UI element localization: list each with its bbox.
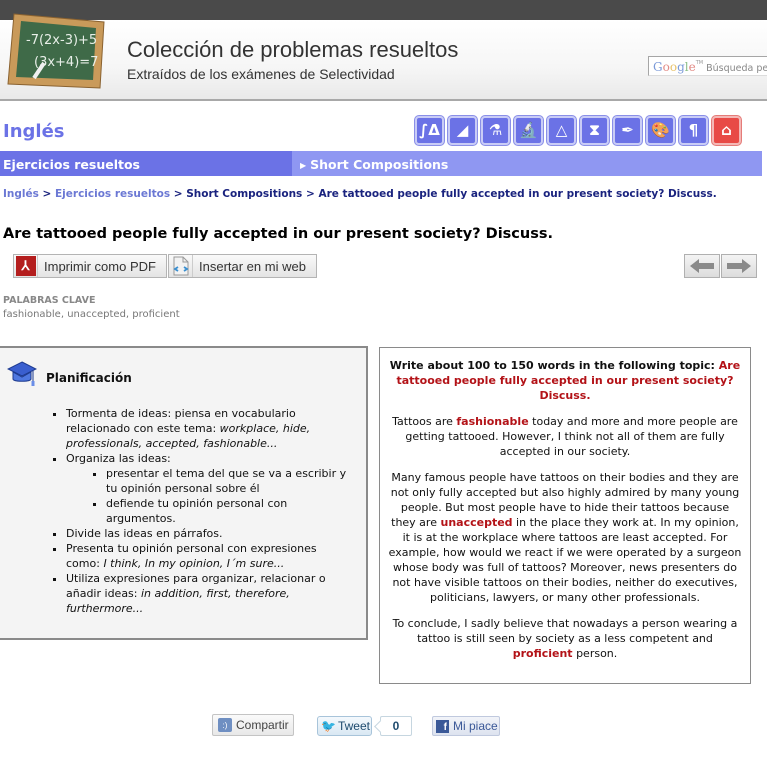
philosophy-icon[interactable]: ¶ xyxy=(679,116,708,145)
planning-box: Planificación Tormenta de ideas: piensa … xyxy=(0,346,368,640)
art-icon[interactable]: 🎨 xyxy=(646,116,675,145)
share-icon: :) xyxy=(218,718,232,732)
list-item: defiende tu opinión personal con argumen… xyxy=(106,496,352,526)
list-item: Presenta tu opinión personal con expresi… xyxy=(66,541,352,571)
mathematics-icon[interactable]: ∫Δ xyxy=(415,116,444,145)
tweet-button[interactable]: 🐦 Tweet xyxy=(317,716,372,736)
planning-title: Planificación xyxy=(46,371,132,385)
svg-text:-7(2x-3)+5: -7(2x-3)+5 xyxy=(26,33,97,48)
site-header: -7(2x-3)+5 (3x+4)=7 Colección de problem… xyxy=(0,13,767,101)
composition-paragraph: To conclude, I sadly believe that nowada… xyxy=(392,617,738,660)
arrow-right-icon xyxy=(727,259,751,273)
pdf-icon: ⅄ xyxy=(15,256,36,276)
tweet-count: 0 xyxy=(380,716,412,736)
nav-ejercicios-resueltos[interactable]: Ejercicios resueltos xyxy=(0,151,292,176)
svg-text:(3x+4)=7: (3x+4)=7 xyxy=(34,55,98,70)
subject-title: Inglés xyxy=(3,121,65,142)
arrow-left-icon xyxy=(690,259,714,273)
technical-drawing-icon[interactable]: △ xyxy=(547,116,576,145)
site-title: Colección de problemas resueltos xyxy=(127,37,459,62)
composition-prompt: Write about 100 to 150 words in the foll… xyxy=(389,359,741,402)
chemistry-icon[interactable]: ⚗ xyxy=(481,116,510,145)
print-pdf-button[interactable]: ⅄ Imprimir como PDF xyxy=(13,254,167,278)
top-bar xyxy=(0,0,767,20)
composition-paragraph: Tattoos are fashionable today and more a… xyxy=(392,415,738,458)
list-item: Utiliza expresiones para organizar, rela… xyxy=(66,571,352,616)
breadcrumb-short-compositions[interactable]: Short Compositions xyxy=(186,188,302,200)
graduation-cap-icon xyxy=(7,361,37,386)
page-title: Are tattooed people fully accepted in ou… xyxy=(3,226,553,242)
twitter-bird-icon: 🐦 xyxy=(321,719,336,733)
composition-paragraph: Many famous people have tattoos on their… xyxy=(388,471,742,604)
google-logo: Google xyxy=(653,60,696,74)
english-icon[interactable]: ⌂ xyxy=(712,116,741,145)
google-search-input[interactable]: GoogleTMBúsqueda pers xyxy=(648,56,767,76)
nav-short-compositions[interactable]: ▶ Short Compositions xyxy=(292,151,762,176)
composition-box: Write about 100 to 150 words in the foll… xyxy=(379,347,751,684)
site-subtitle: Extraídos de los exámenes de Selectivida… xyxy=(127,66,395,82)
embed-document-icon xyxy=(172,256,189,276)
physics-icon[interactable]: ◢ xyxy=(448,116,477,145)
language-icon[interactable]: ✒ xyxy=(613,116,642,145)
facebook-icon: f xyxy=(436,719,449,733)
keywords-label: PALABRAS CLAVE xyxy=(3,295,96,306)
list-item: presentar el tema del que se va a escrib… xyxy=(106,466,352,496)
next-button[interactable] xyxy=(721,254,757,278)
triangle-right-icon: ▶ xyxy=(300,161,307,170)
chalkboard-logo[interactable]: -7(2x-3)+5 (3x+4)=7 xyxy=(4,8,108,96)
list-item: Divide las ideas en párrafos. xyxy=(66,526,352,541)
keyword-highlight: unaccepted xyxy=(440,516,513,529)
breadcrumb: Inglés > Ejercicios resueltos > Short Co… xyxy=(3,188,717,200)
breadcrumb-current: Are tattooed people fully accepted in ou… xyxy=(318,188,717,200)
search-placeholder: Búsqueda pers xyxy=(706,63,767,74)
breadcrumb-ingles[interactable]: Inglés xyxy=(3,188,39,200)
share-button[interactable]: :) Compartir xyxy=(212,714,294,736)
embed-button[interactable]: Insertar en mi web xyxy=(168,254,317,278)
keyword-highlight: fashionable xyxy=(456,415,529,428)
breadcrumb-ejercicios[interactable]: Ejercicios resueltos xyxy=(55,188,170,200)
prev-next-nav xyxy=(684,254,757,278)
facebook-like-button[interactable]: f Mi piace xyxy=(432,716,500,736)
list-item: Organiza las ideas: presentar el tema de… xyxy=(66,451,352,526)
section-navbar: Ejercicios resueltos ▶ Short Compositions xyxy=(0,151,762,176)
list-item: Tormenta de ideas: piensa en vocabulario… xyxy=(66,406,352,451)
keyword-highlight: proficient xyxy=(512,647,573,660)
history-icon[interactable]: ⧗ xyxy=(580,116,609,145)
subject-icons: ∫Δ ◢ ⚗ 🔬 △ ⧗ ✒ 🎨 ¶ ⌂ xyxy=(415,116,741,145)
previous-button[interactable] xyxy=(684,254,720,278)
planning-list: Tormenta de ideas: piensa en vocabulario… xyxy=(52,406,352,616)
biology-icon[interactable]: 🔬 xyxy=(514,116,543,145)
keywords-value: fashionable, unaccepted, proficient xyxy=(3,309,180,320)
